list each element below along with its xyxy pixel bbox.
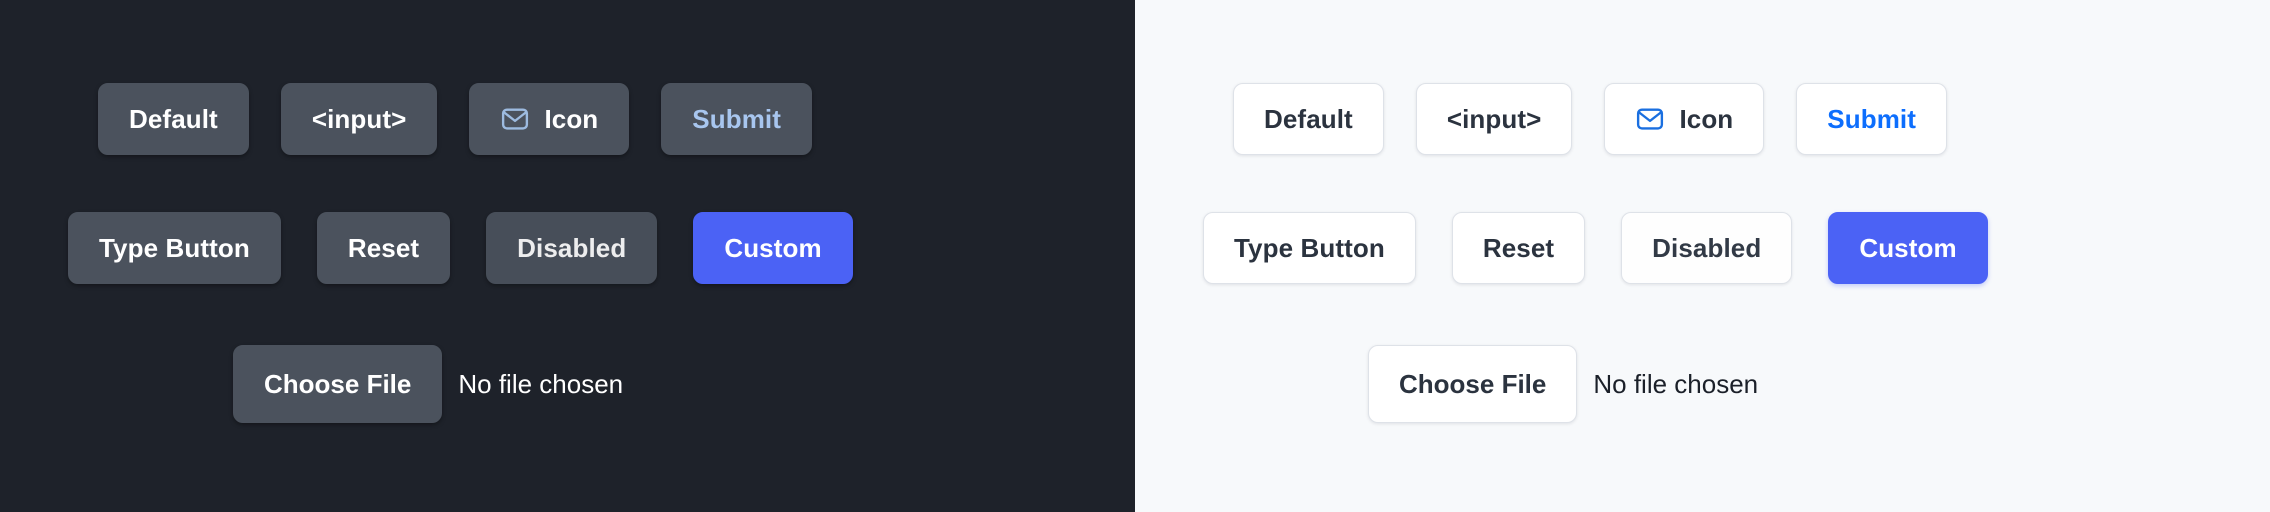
submit-button-label: Submit [692, 104, 782, 134]
envelope-icon [1635, 104, 1665, 134]
default-button-label: Default [1264, 104, 1353, 134]
file-input[interactable]: Choose File No file chosen [233, 345, 623, 423]
envelope-icon [500, 104, 530, 134]
icon-button-label: Icon [544, 104, 599, 134]
file-input-row: Choose File No file chosen [1368, 345, 1758, 423]
file-status-text: No file chosen [458, 368, 624, 399]
disabled-button-label: Disabled [517, 233, 627, 263]
reset-button[interactable]: Reset [316, 212, 451, 284]
panel-light: Default <input> Icon Submit Type Button Reset… [1135, 0, 2270, 512]
type-button[interactable]: Type Button [1203, 212, 1416, 284]
file-input[interactable]: Choose File No file chosen [1368, 345, 1758, 423]
input-button-label: <input> [1446, 104, 1542, 134]
input-button[interactable]: <input> [280, 83, 438, 155]
type-button[interactable]: Type Button [68, 212, 281, 284]
custom-button[interactable]: Custom [693, 212, 853, 284]
icon-button-label: Icon [1679, 104, 1734, 134]
submit-button[interactable]: Submit [661, 83, 813, 155]
reset-button[interactable]: Reset [1451, 212, 1586, 284]
disabled-button[interactable]: Disabled [486, 212, 658, 284]
default-button-label: Default [129, 104, 218, 134]
button-row-1: Default <input> Icon Submit [98, 83, 813, 155]
file-status-text: No file chosen [1593, 368, 1759, 399]
reset-button-label: Reset [1482, 233, 1555, 263]
choose-file-button[interactable]: Choose File [233, 345, 443, 423]
submit-button[interactable]: Submit [1796, 83, 1948, 155]
button-row-2: Type Button Reset Disabled Custom [1203, 212, 1988, 284]
icon-button[interactable]: Icon [1604, 83, 1765, 155]
file-input-row: Choose File No file chosen [233, 345, 623, 423]
choose-file-button[interactable]: Choose File [1368, 345, 1578, 423]
button-showcase-stage: Default <input> Icon Submit Type Button Reset… [0, 0, 2270, 512]
input-button-label: <input> [311, 104, 407, 134]
panel-dark: Default <input> Icon Submit Type Button Reset… [0, 0, 1135, 512]
button-row-2: Type Button Reset Disabled Custom [68, 212, 853, 284]
reset-button-label: Reset [347, 233, 420, 263]
default-button[interactable]: Default [1233, 83, 1384, 155]
type-button-label: Type Button [99, 233, 250, 263]
input-button[interactable]: <input> [1415, 83, 1573, 155]
default-button[interactable]: Default [98, 83, 249, 155]
submit-button-label: Submit [1827, 104, 1917, 134]
disabled-button-label: Disabled [1652, 233, 1762, 263]
button-row-1: Default <input> Icon Submit [1233, 83, 1948, 155]
disabled-button[interactable]: Disabled [1621, 212, 1793, 284]
type-button-label: Type Button [1234, 233, 1385, 263]
custom-button-label: Custom [724, 233, 822, 263]
custom-button-label: Custom [1859, 233, 1957, 263]
icon-button[interactable]: Icon [469, 83, 630, 155]
custom-button[interactable]: Custom [1828, 212, 1988, 284]
